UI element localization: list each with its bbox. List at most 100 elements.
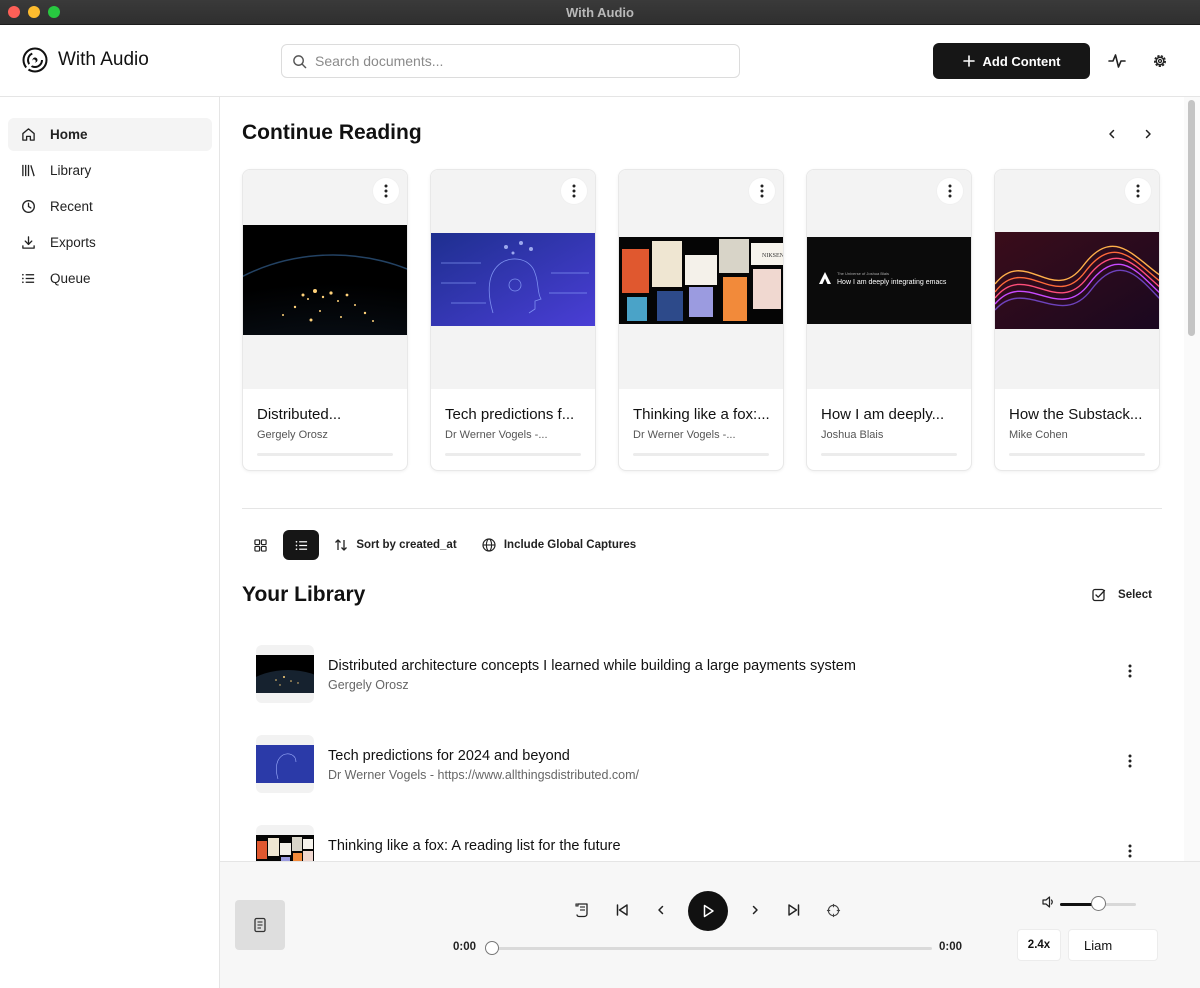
more-vertical-icon — [572, 184, 576, 198]
card-author: Joshua Blais — [821, 429, 884, 441]
card-cover-area — [431, 170, 595, 389]
download-icon — [22, 236, 35, 249]
skip-forward-button[interactable] — [783, 899, 805, 921]
volume-slider-handle[interactable] — [1091, 896, 1106, 911]
reading-card[interactable]: Tech predictions f... Dr Werner Vogels -… — [430, 169, 596, 471]
card-title: How I am deeply... — [821, 406, 945, 423]
carousel-prev-button[interactable] — [1099, 121, 1125, 147]
library-item-menu-button[interactable] — [1120, 841, 1140, 861]
voice-select[interactable]: Liam — [1068, 929, 1158, 961]
sort-label: Sort by created_at — [356, 539, 457, 551]
total-time: 0:00 — [939, 941, 963, 953]
add-content-button[interactable]: Add Content — [933, 43, 1090, 79]
transcript-scroll-icon — [575, 903, 588, 918]
previous-sentence-button[interactable] — [650, 899, 672, 921]
card-image-book-covers: NIKSEN — [619, 237, 783, 324]
reading-card[interactable]: NIKSEN Thinking like a fox:... Dr Werner… — [618, 169, 784, 471]
search-icon — [293, 54, 307, 68]
activity-icon[interactable] — [1108, 52, 1126, 70]
select-button[interactable]: Select — [1082, 580, 1162, 610]
include-global-captures-button[interactable]: Include Global Captures — [475, 530, 643, 560]
skip-back-icon — [616, 904, 628, 916]
grid-icon — [253, 538, 267, 552]
library-item-menu-button[interactable] — [1120, 661, 1140, 681]
add-content-label: Add Content — [982, 53, 1061, 69]
card-image-emacs-slide: The Universe of Joshua Blais How I am de… — [807, 237, 971, 324]
chevron-left-icon — [658, 905, 664, 915]
card-progress-bar — [257, 453, 393, 456]
current-time: 0:00 — [453, 941, 477, 953]
reading-card[interactable]: The Universe of Joshua Blais How I am de… — [806, 169, 972, 471]
library-item-thumbnail — [256, 825, 314, 861]
library-item-title: Distributed architecture concepts I lear… — [328, 658, 856, 674]
card-menu-button[interactable] — [1125, 178, 1151, 204]
chevron-left-icon — [1109, 129, 1115, 139]
settings-gear-icon[interactable] — [1151, 52, 1169, 70]
transcript-button[interactable] — [572, 899, 594, 921]
scrollbar-thumb[interactable] — [1188, 100, 1195, 336]
library-item-menu-button[interactable] — [1120, 751, 1140, 771]
sidebar-item-exports[interactable]: Exports — [8, 226, 212, 259]
zoom-window-button[interactable] — [48, 6, 60, 18]
sidebar-item-recent[interactable]: Recent — [8, 190, 212, 223]
library-item-subtitle: Dr Werner Vogels - https://www.allthings… — [328, 768, 640, 782]
card-menu-button[interactable] — [373, 178, 399, 204]
locate-position-button[interactable] — [822, 899, 844, 921]
sidebar-item-queue[interactable]: Queue — [8, 262, 212, 295]
sidebar-item-label: Home — [50, 127, 88, 142]
open-document-button[interactable] — [235, 900, 285, 950]
seek-bar-handle[interactable] — [485, 941, 499, 955]
skip-forward-icon — [788, 904, 800, 916]
play-icon — [703, 904, 714, 918]
sort-arrows-icon — [335, 539, 348, 551]
top-header: With Audio Add Content — [0, 25, 1200, 97]
sidebar-item-label: Library — [50, 163, 92, 178]
card-title: Tech predictions f... — [445, 406, 575, 423]
sidebar-item-label: Queue — [50, 271, 91, 286]
card-author: Mike Cohen — [1009, 429, 1068, 441]
library-item[interactable]: Distributed architecture concepts I lear… — [242, 635, 1162, 715]
search-input[interactable] — [315, 53, 715, 69]
sort-button[interactable]: Sort by created_at — [325, 530, 466, 560]
search-box[interactable] — [281, 44, 740, 78]
sidebar-item-home[interactable]: Home — [8, 118, 212, 151]
carousel-next-button[interactable] — [1135, 121, 1161, 147]
slide-title: How I am deeply integrating emacs — [837, 279, 947, 286]
card-cover-area — [995, 170, 1159, 389]
card-progress-bar — [633, 453, 769, 456]
minimize-window-button[interactable] — [28, 6, 40, 18]
seek-bar[interactable] — [492, 947, 932, 950]
reading-card[interactable]: Distributed... Gergely Orosz — [242, 169, 408, 471]
skip-back-button[interactable] — [611, 899, 633, 921]
clock-icon — [22, 200, 35, 213]
globe-icon — [482, 538, 496, 552]
main-scrollbar[interactable] — [1184, 97, 1200, 861]
playback-speed-button[interactable]: 2.4x — [1017, 929, 1061, 961]
list-view-button[interactable] — [283, 530, 319, 560]
chevron-right-icon — [1145, 129, 1151, 139]
play-button[interactable] — [688, 891, 728, 931]
close-window-button[interactable] — [8, 6, 20, 18]
library-item-thumbnail — [256, 645, 314, 703]
window-controls — [8, 6, 60, 18]
grid-view-button[interactable] — [242, 530, 278, 560]
library-item[interactable]: Tech predictions for 2024 and beyond Dr … — [242, 725, 1162, 805]
thumbnail-book-covers — [256, 835, 314, 861]
reading-card[interactable]: How the Substack... Mike Cohen — [994, 169, 1160, 471]
card-menu-button[interactable] — [749, 178, 775, 204]
library-item[interactable]: Thinking like a fox: A reading list for … — [242, 815, 1162, 861]
more-vertical-icon — [1136, 184, 1140, 198]
sidebar-item-library[interactable]: Library — [8, 154, 212, 187]
thumbnail-ai-head — [256, 745, 314, 783]
library-item-title: Thinking like a fox: A reading list for … — [328, 838, 621, 854]
checkbox-icon — [1092, 588, 1106, 602]
more-vertical-icon — [1128, 664, 1132, 678]
card-menu-button[interactable] — [561, 178, 587, 204]
app-name: With Audio — [58, 49, 149, 70]
library-item-title: Tech predictions for 2024 and beyond — [328, 748, 570, 764]
more-vertical-icon — [384, 184, 388, 198]
next-sentence-button[interactable] — [744, 899, 766, 921]
thumbnail-earth — [256, 655, 314, 693]
volume-icon[interactable] — [1042, 895, 1056, 909]
card-menu-button[interactable] — [937, 178, 963, 204]
